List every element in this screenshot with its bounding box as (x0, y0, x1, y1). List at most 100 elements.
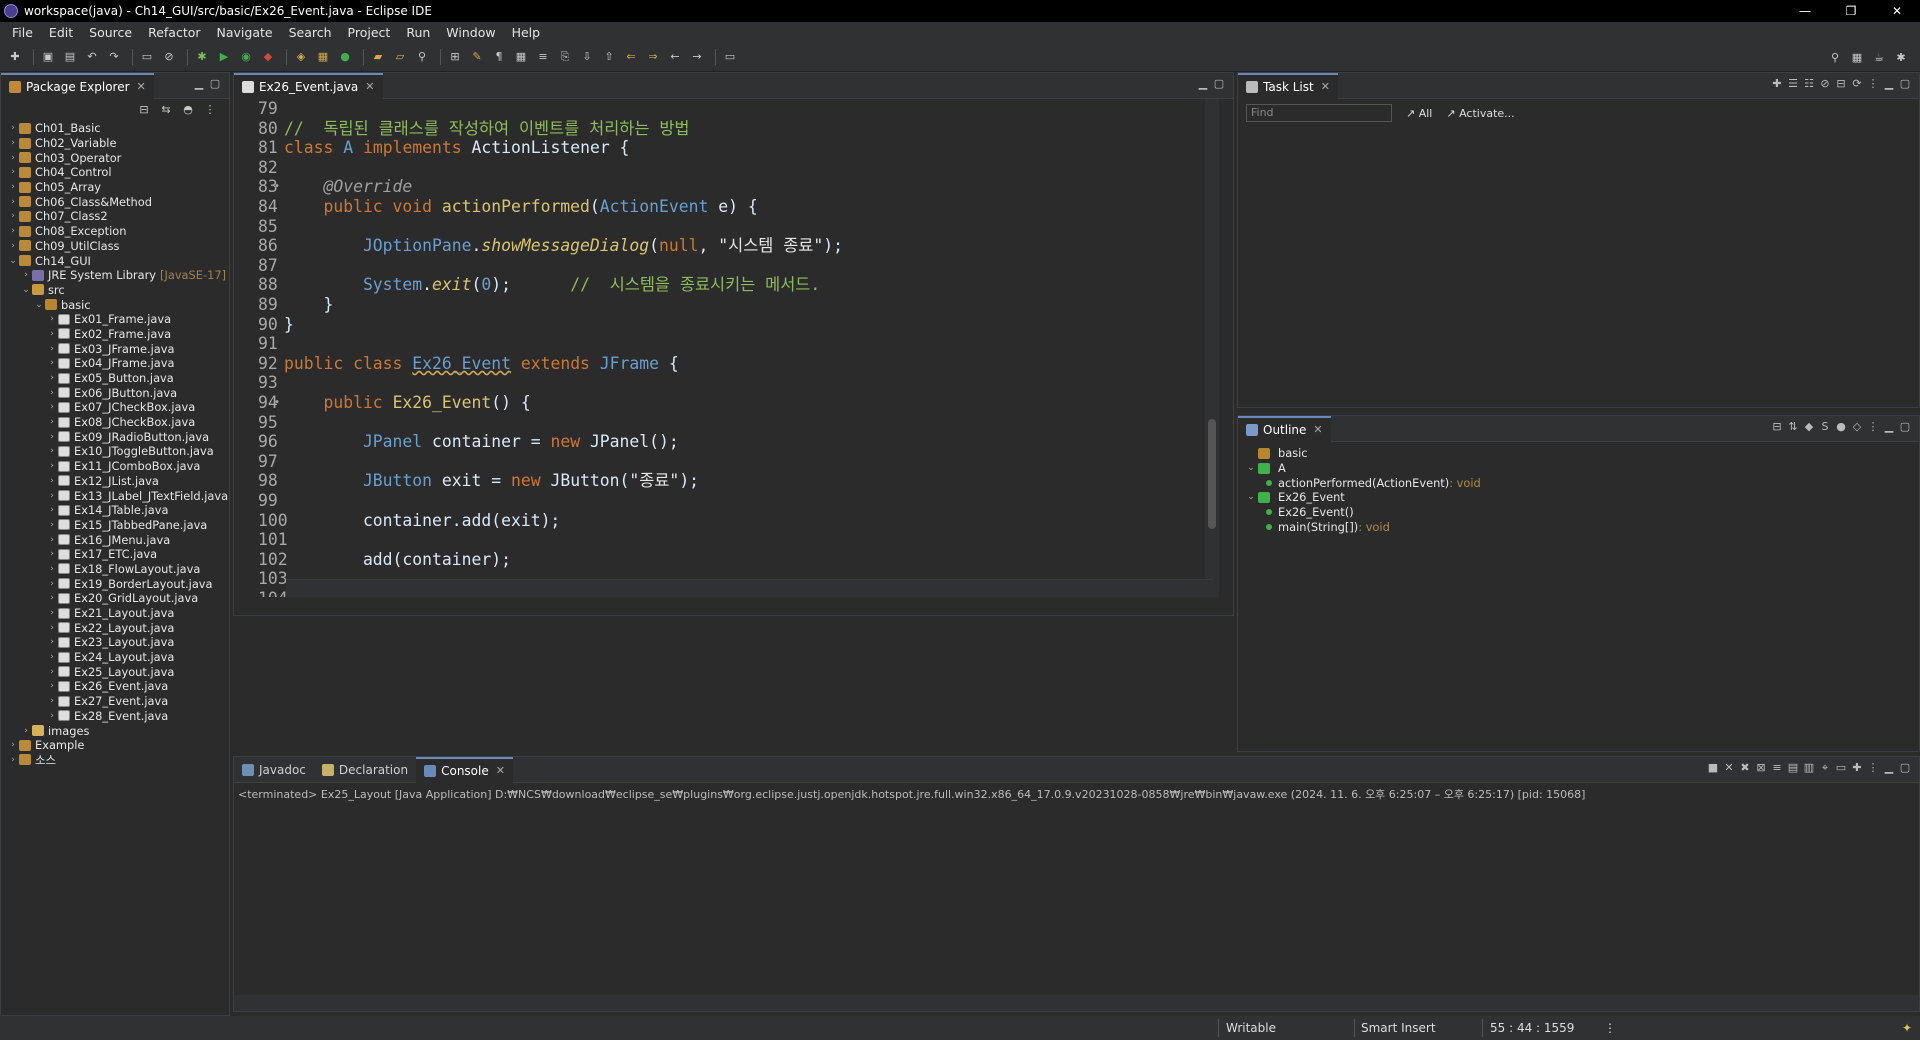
tree-item[interactable]: › Ex14_JTable.java (1, 503, 229, 518)
collapsed-arrow-icon[interactable]: › (46, 549, 58, 559)
maximize-icon[interactable]: ▢ (1897, 77, 1913, 90)
open-perspective-icon[interactable]: ▦ (1848, 48, 1866, 66)
tree-item[interactable]: › Ex08_JCheckBox.java (1, 415, 229, 430)
code-line[interactable]: 87 (234, 256, 284, 276)
collapsed-arrow-icon[interactable]: › (46, 505, 58, 515)
view-menu-icon[interactable]: ⋮ (201, 100, 219, 118)
tab-console[interactable]: Console ✕ (416, 756, 513, 783)
overview-ruler[interactable] (1221, 99, 1233, 597)
code-line[interactable]: 79 (234, 99, 284, 119)
word-wrap-icon[interactable]: ≡ (534, 48, 552, 66)
outline-item[interactable]: main(String[]) : void (1238, 519, 1919, 534)
link-with-editor-icon[interactable]: ⇆ (157, 100, 175, 118)
collapsed-arrow-icon[interactable]: › (7, 226, 19, 236)
collapsed-arrow-icon[interactable]: › (46, 520, 58, 530)
code-editor[interactable]: 79 80 // 독립된 클래스를 작성하여 이벤트를 처리하는 방법 81 class… (234, 99, 1233, 597)
collapsed-arrow-icon[interactable]: › (46, 667, 58, 677)
back-icon[interactable]: ⇒ (644, 48, 662, 66)
tab-package-explorer[interactable]: Package Explorer ✕ (1, 72, 154, 99)
lightbulb-icon[interactable]: ✦ (1902, 1021, 1912, 1035)
collapsed-arrow-icon[interactable]: › (46, 476, 58, 486)
collapsed-arrow-icon[interactable]: › (46, 608, 58, 618)
code-line[interactable]: 103 (234, 569, 288, 589)
tree-item[interactable]: › Ex22_Layout.java (1, 620, 229, 635)
open-folder-icon[interactable]: ▱ (391, 48, 409, 66)
fold-marker-icon[interactable]: • (274, 177, 280, 197)
external-tools-icon[interactable]: ◆ (259, 48, 277, 66)
code-line[interactable]: 85 (234, 217, 284, 237)
forward-arrow-icon[interactable]: → (688, 48, 706, 66)
filter-icon[interactable]: ◓ (179, 100, 197, 118)
tree-item[interactable]: › Ex13_JLabel_JTextField.java (1, 488, 229, 503)
code-line[interactable]: 83 • @Override (234, 177, 412, 197)
tree-item[interactable]: › Ex06_JButton.java (1, 385, 229, 400)
collapsed-arrow-icon[interactable]: › (46, 461, 58, 471)
task-find-input[interactable]: Find (1246, 104, 1392, 122)
expanded-arrow-icon[interactable]: ⌄ (33, 300, 45, 310)
collapsed-arrow-icon[interactable]: › (20, 270, 32, 280)
highlight-icon[interactable]: ✎ (468, 48, 486, 66)
code-line[interactable]: 81 class A implements ActionListener { (234, 138, 629, 158)
collapsed-arrow-icon[interactable]: › (46, 535, 58, 545)
collapsed-arrow-icon[interactable]: › (46, 373, 58, 383)
collapsed-arrow-icon[interactable]: › (46, 432, 58, 442)
tree-item[interactable]: › Ex26_Event.java (1, 679, 229, 694)
collapsed-arrow-icon[interactable]: › (46, 388, 58, 398)
tree-item[interactable]: › Ex24_Layout.java (1, 650, 229, 665)
save-all-icon[interactable]: ▤ (61, 48, 79, 66)
hide-non-public-icon[interactable]: ● (1833, 420, 1849, 433)
new-task-icon[interactable]: ✚ (1769, 77, 1785, 90)
outline-item[interactable]: ⌄ A (1238, 461, 1919, 476)
code-line[interactable]: 91 (234, 334, 284, 354)
scheduled-icon[interactable]: ☷ (1801, 77, 1817, 90)
terminal-icon[interactable]: ▭ (138, 48, 156, 66)
tree-item[interactable]: › Ex10_JToggleButton.java (1, 444, 229, 459)
tab-javadoc[interactable]: Javadoc (234, 757, 314, 783)
tree-item[interactable]: › Ch01_Basic (1, 121, 229, 136)
tree-item[interactable]: › Ex03_JFrame.java (1, 341, 229, 356)
tree-item[interactable]: › Ex17_ETC.java (1, 547, 229, 562)
search-icon[interactable]: ⚲ (413, 48, 431, 66)
collapsed-arrow-icon[interactable]: › (46, 711, 58, 721)
code-line[interactable]: 96 JPanel container = new JPanel(); (234, 432, 679, 452)
maximize-icon[interactable]: ▢ (1211, 77, 1227, 90)
tree-item[interactable]: › Ex25_Layout.java (1, 664, 229, 679)
show-on-error-icon[interactable]: ▥ (1801, 761, 1817, 775)
pin-icon[interactable]: ▭ (721, 48, 739, 66)
tree-item[interactable]: › Ex15_JTabbedPane.java (1, 518, 229, 533)
code-line[interactable]: 94 • public Ex26_Event() { (234, 393, 531, 413)
code-line[interactable]: 86 JOptionPane.showMessageDialog(null, "… (234, 236, 843, 256)
tree-item[interactable]: › Ch09_UtilClass (1, 239, 229, 254)
fold-marker-icon[interactable]: • (274, 393, 280, 413)
view-menu-icon[interactable]: ⋮ (1865, 761, 1881, 775)
tree-item[interactable]: › Example (1, 738, 229, 753)
collapsed-arrow-icon[interactable]: › (46, 446, 58, 456)
tree-item[interactable]: › Ex11_JComboBox.java (1, 459, 229, 474)
close-icon[interactable]: ✕ (1313, 423, 1322, 436)
tree-item[interactable]: › Ch07_Class2 (1, 209, 229, 224)
status-insert-mode[interactable]: Smart Insert (1361, 1021, 1436, 1035)
redo-icon[interactable]: ↷ (105, 48, 123, 66)
collapsed-arrow-icon[interactable]: › (46, 623, 58, 633)
run-icon[interactable]: ▶ (215, 48, 233, 66)
console-vertical-scrollbar[interactable] (1903, 801, 1919, 995)
tree-item[interactable]: › Ex27_Event.java (1, 694, 229, 709)
tab-outline[interactable]: Outline ✕ (1238, 415, 1331, 442)
display-console-icon[interactable]: ▭ (1833, 761, 1849, 775)
tree-item[interactable]: › Ex18_FlowLayout.java (1, 562, 229, 577)
tree-item[interactable]: › Ch04_Control (1, 165, 229, 180)
minimize-icon[interactable]: ▁ (1881, 761, 1897, 775)
tree-item[interactable]: › Ex05_Button.java (1, 371, 229, 386)
collapsed-arrow-icon[interactable]: › (7, 241, 19, 251)
remove-launch-icon[interactable]: ✕ (1721, 761, 1737, 775)
skip-breakpoints-icon[interactable]: ⊘ (160, 48, 178, 66)
pin-console-icon[interactable]: ⌖ (1817, 761, 1833, 775)
menu-edit[interactable]: Edit (41, 25, 81, 40)
menu-search[interactable]: Search (281, 25, 340, 40)
status-menu-icon[interactable]: ⋮ (1604, 1021, 1616, 1035)
code-line[interactable]: 99 (234, 491, 284, 511)
tree-item[interactable]: › Ch03_Operator (1, 150, 229, 165)
code-line[interactable]: 88 System.exit(0); // 시스템을 종료시키는 메서드. (234, 275, 820, 295)
expanded-arrow-icon[interactable]: ⌄ (1244, 492, 1258, 502)
maximize-icon[interactable]: ▢ (207, 77, 223, 90)
